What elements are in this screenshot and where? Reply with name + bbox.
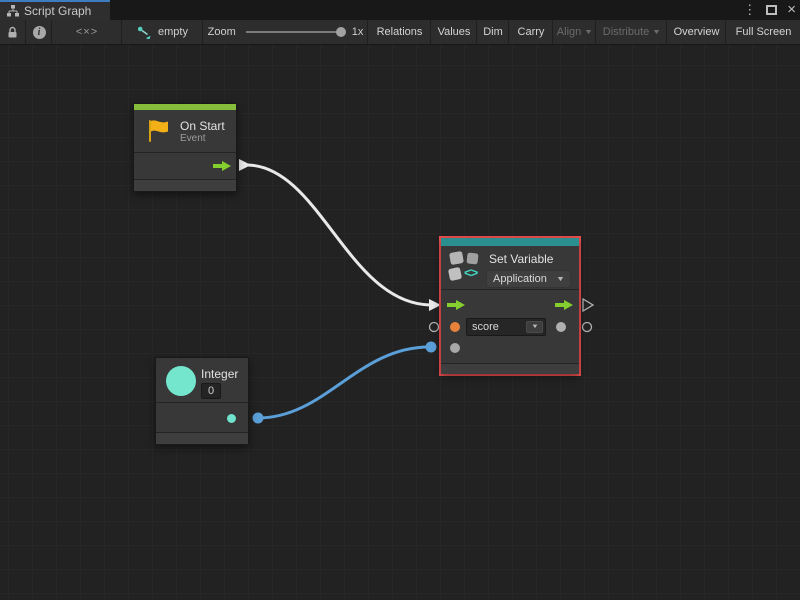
value-output-port[interactable] (556, 322, 566, 332)
node-subtitle: Event (180, 133, 225, 144)
flow-output-port[interactable] (213, 160, 231, 172)
graph-canvas[interactable] (0, 45, 800, 600)
value-input-port[interactable] (450, 343, 460, 353)
selection-outline: <> Set Variable Application ▼ score ▼ (439, 236, 581, 376)
variable-scope-dropdown[interactable]: Application ▼ (486, 270, 571, 288)
node-title: On Start (180, 119, 225, 133)
graph-pointer-icon (137, 26, 152, 39)
info-button[interactable]: i (27, 20, 52, 44)
flow-input-port[interactable] (447, 299, 465, 311)
lock-button[interactable] (0, 20, 26, 44)
close-icon[interactable]: × (787, 1, 796, 19)
node-integer[interactable]: Integer 0 (155, 357, 249, 445)
name-input-port[interactable] (450, 322, 460, 332)
chevron-down-icon: ▼ (556, 276, 565, 283)
flow-output-port[interactable] (555, 299, 573, 311)
integer-value-field[interactable]: 0 (201, 383, 221, 399)
window-menu-icon[interactable]: ⋮ (743, 0, 756, 20)
graph-hierarchy-icon (7, 5, 19, 17)
chevron-down-icon: ▼ (531, 324, 539, 330)
zoom-value: 1x (352, 26, 364, 38)
graph-selector[interactable]: empty (123, 20, 203, 44)
tab-script-graph[interactable]: Script Graph (0, 0, 110, 20)
align-dropdown[interactable]: Align ▼ (554, 20, 596, 44)
relations-button[interactable]: Relations (369, 20, 431, 44)
graph-toolbar: i <×> empty Zoom 1x Relations Values Dim… (0, 20, 800, 45)
zoom-label: Zoom (208, 26, 236, 38)
variable-name-dropdown[interactable]: ▼ (526, 321, 543, 333)
chevron-down-icon: ▼ (584, 29, 593, 36)
node-footer (156, 433, 248, 444)
zoom-slider-handle[interactable] (336, 27, 346, 37)
node-title: Set Variable (489, 252, 553, 266)
variable-color-bar (441, 238, 579, 246)
node-footer (441, 364, 579, 374)
flag-icon (146, 118, 172, 144)
title-bar: Script Graph ⋮ × (0, 0, 800, 20)
angle-brackets-icon: <> (464, 265, 477, 280)
dim-button[interactable]: Dim (478, 20, 509, 44)
zoom-slider[interactable] (246, 31, 344, 33)
distribute-dropdown[interactable]: Distribute ▼ (597, 20, 667, 44)
set-variable-icon: <> (449, 251, 487, 285)
info-icon: i (33, 26, 46, 39)
chevron-down-icon: ▼ (652, 29, 661, 36)
maximize-icon[interactable] (766, 5, 777, 15)
values-button[interactable]: Values (432, 20, 477, 44)
node-on-start[interactable]: On Start Event (133, 103, 237, 192)
lock-icon (7, 26, 18, 39)
tab-title: Script Graph (24, 4, 91, 18)
code-view-icon: <×> (76, 26, 98, 38)
node-set-variable[interactable]: <> Set Variable Application ▼ score ▼ (441, 238, 579, 374)
graph-name-label: empty (158, 26, 188, 38)
integer-type-icon (166, 366, 196, 396)
node-footer (134, 180, 236, 191)
zoom-control: Zoom 1x (204, 20, 368, 44)
code-view-button[interactable]: <×> (53, 20, 122, 44)
integer-output-port[interactable] (227, 414, 236, 423)
fullscreen-button[interactable]: Full Screen (727, 20, 800, 44)
variable-name-field[interactable]: score ▼ (466, 318, 546, 336)
carry-button[interactable]: Carry (510, 20, 553, 44)
overview-button[interactable]: Overview (668, 20, 726, 44)
node-title: Integer (201, 367, 238, 381)
